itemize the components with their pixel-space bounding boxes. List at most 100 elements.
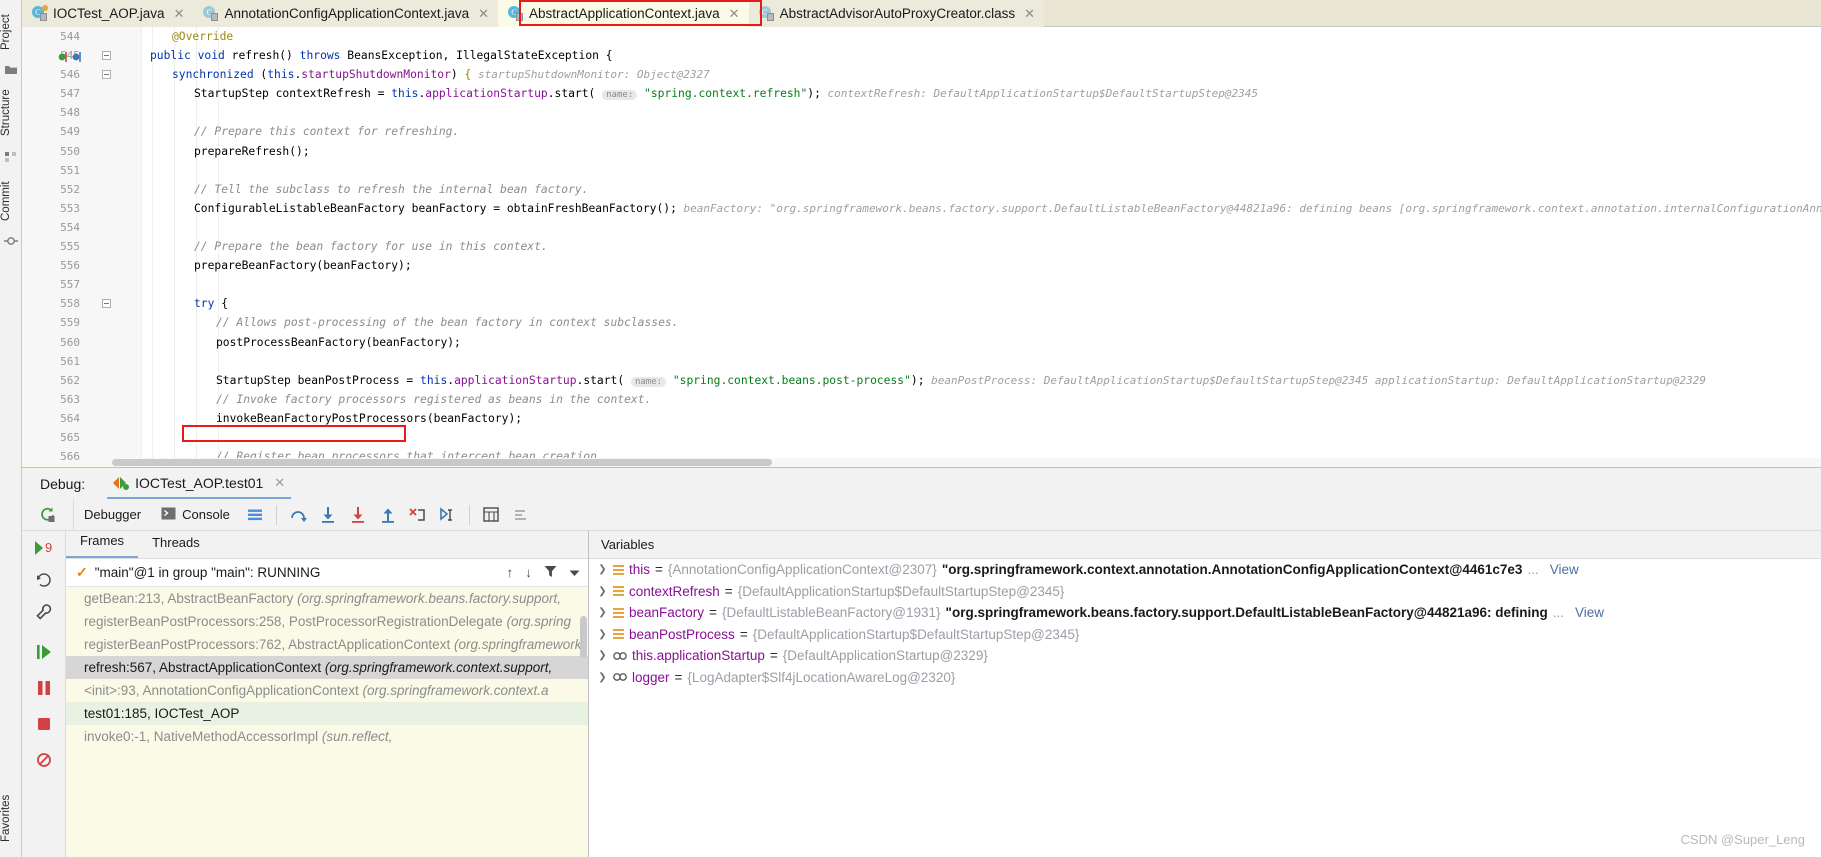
code-token: invokeBeanFactoryPostProcessors(beanFact… xyxy=(216,411,523,425)
move-up-icon[interactable]: ↑ xyxy=(507,565,514,580)
chevron-right-icon[interactable]: ❯ xyxy=(597,667,608,689)
code-fold-toggle[interactable] xyxy=(102,51,111,61)
frame-row[interactable]: getBean:213, AbstractBeanFactory (org.sp… xyxy=(66,587,588,610)
variable-row[interactable]: ❯ logger = {LogAdapter$Slf4jLocationAwareLo… xyxy=(589,667,1821,689)
restore-layout-button[interactable] xyxy=(31,567,57,593)
close-icon[interactable]: ✕ xyxy=(174,6,185,22)
code-token: void xyxy=(197,49,225,63)
sidebar-item-project[interactable]: Project xyxy=(0,6,22,58)
rerun-button[interactable] xyxy=(22,498,74,531)
code-line[interactable]: 562 StartupStep beanPostProcess = this.ap… xyxy=(22,371,1821,390)
close-icon[interactable]: ✕ xyxy=(729,6,740,22)
resume-program-button[interactable]: 9 xyxy=(31,535,57,561)
code-line[interactable]: 555 // Prepare the bean factory for use i… xyxy=(22,237,1821,256)
code-line[interactable]: 547 StartupStep contextRefresh = this.app… xyxy=(22,84,1821,103)
variable-row[interactable]: ❯ this.applicationStartup = {DefaultApplica… xyxy=(589,645,1821,667)
move-down-icon[interactable]: ↓ xyxy=(525,565,532,580)
step-into-button[interactable] xyxy=(313,499,343,531)
close-icon[interactable]: ✕ xyxy=(1024,6,1035,22)
code-line[interactable]: 561 xyxy=(22,352,1821,371)
code-line[interactable]: 552 // Tell the subclass to refresh the i… xyxy=(22,180,1821,199)
variables-list[interactable]: ❯ this = {AnnotationConfigApplicationContex… xyxy=(589,559,1821,688)
variable-row[interactable]: ❯ this = {AnnotationConfigApplicationContex… xyxy=(589,559,1821,581)
tab-debugger[interactable]: Debugger xyxy=(74,499,151,531)
view-value-link[interactable]: View xyxy=(1575,602,1604,624)
mute-breakpoints-button[interactable] xyxy=(506,499,536,531)
line-number: 544 xyxy=(60,30,80,43)
editor-tab-1[interactable]: C AnnotationConfigApplicationContext.jav… xyxy=(193,0,499,27)
code-fold-toggle[interactable] xyxy=(102,299,111,309)
editor-horizontal-scrollbar[interactable] xyxy=(112,458,1821,467)
code-line[interactable]: 545 public void refresh() throws BeansExc… xyxy=(22,46,1821,65)
code-lines[interactable]: 544 @Override 545 public void refresh() thr… xyxy=(22,27,1821,467)
step-out-button[interactable] xyxy=(373,499,403,531)
chevron-right-icon[interactable]: ❯ xyxy=(597,602,608,624)
inline-debug-hint: contextRefresh: DefaultApplicationStartu… xyxy=(820,87,1258,101)
pause-button[interactable] xyxy=(31,675,57,701)
code-line[interactable]: 548 xyxy=(22,103,1821,122)
code-line[interactable]: 559 // Allows post-processing of the bean… xyxy=(22,313,1821,332)
tab-console[interactable]: Console xyxy=(151,499,240,531)
chevron-right-icon[interactable]: ❯ xyxy=(597,581,608,603)
frame-row[interactable]: registerBeanPostProcessors:258, PostProc… xyxy=(66,610,588,633)
tab-frames[interactable]: Frames xyxy=(66,530,139,558)
frames-scrollbar-thumb[interactable] xyxy=(580,616,587,658)
view-value-link[interactable]: View xyxy=(1550,559,1579,581)
code-line[interactable]: 557 xyxy=(22,275,1821,294)
frame-row[interactable]: test01:185, IOCTest_AOP xyxy=(66,702,588,725)
chevron-right-icon[interactable]: ❯ xyxy=(597,624,608,646)
run-to-cursor-button[interactable] xyxy=(433,499,463,531)
code-line[interactable]: 564 invokeBeanFactoryPostProcessors(beanF… xyxy=(22,409,1821,428)
code-editor[interactable]: 544 @Override 545 public void refresh() thr… xyxy=(22,27,1821,467)
code-line[interactable]: 549 // Prepare this context for refreshin… xyxy=(22,122,1821,141)
layout-button[interactable] xyxy=(240,499,270,531)
code-line[interactable]: 556 prepareBeanFactory(beanFactory); xyxy=(22,256,1821,275)
filter-icon[interactable] xyxy=(544,565,557,581)
frames-list[interactable]: getBean:213, AbstractBeanFactory (org.sp… xyxy=(66,587,588,857)
sidebar-item-commit[interactable]: Commit xyxy=(0,172,22,230)
sidebar-item-favorites[interactable]: Favorites xyxy=(0,787,22,849)
thread-selector[interactable]: ✓ "main"@1 in group "main": RUNNING ↑ ↓ xyxy=(66,559,588,587)
settings-button[interactable] xyxy=(31,599,57,625)
frame-row[interactable]: invoke0:-1, NativeMethodAccessorImpl (su… xyxy=(66,725,588,748)
variable-type: {DefaultApplicationStartup@2329} xyxy=(782,648,988,663)
resume-button[interactable] xyxy=(31,639,57,665)
code-line[interactable]: 558 try { xyxy=(22,294,1821,313)
editor-tab-3[interactable]: C AbstractAdvisorAutoProxyCreator.class … xyxy=(748,0,1045,27)
drop-frame-button[interactable] xyxy=(403,499,433,531)
variable-row[interactable]: ❯ beanPostProcess = {DefaultApplicationStar… xyxy=(589,624,1821,646)
frame-row[interactable]: <init>:93, AnnotationConfigApplicationCo… xyxy=(66,679,588,702)
code-line[interactable]: 560 postProcessBeanFactory(beanFactory); xyxy=(22,333,1821,352)
dropdown-icon[interactable] xyxy=(569,565,580,580)
force-step-into-button[interactable] xyxy=(343,499,373,531)
code-line[interactable]: 551 xyxy=(22,161,1821,180)
code-line[interactable]: 553 ConfigurableListableBeanFactory beanF… xyxy=(22,199,1821,218)
chevron-right-icon[interactable]: ❯ xyxy=(597,559,608,581)
evaluate-expression-button[interactable] xyxy=(476,499,506,531)
step-over-icon xyxy=(290,510,307,522)
frame-row[interactable]: registerBeanPostProcessors:762, Abstract… xyxy=(66,633,588,656)
variable-row[interactable]: ❯ contextRefresh = {DefaultApplicationStart… xyxy=(589,581,1821,603)
close-icon[interactable]: ✕ xyxy=(274,475,285,491)
debug-run-tab[interactable]: IOCTest_AOP.test01 ✕ xyxy=(107,469,292,499)
code-line[interactable]: 563 // Invoke factory processors register… xyxy=(22,390,1821,409)
close-icon[interactable]: ✕ xyxy=(478,6,489,22)
code-line[interactable]: 550 prepareRefresh(); xyxy=(22,142,1821,161)
frame-row[interactable]: refresh:567, AbstractApplicationContext … xyxy=(66,656,588,679)
code-line[interactable]: 565 xyxy=(22,428,1821,447)
sidebar-item-structure[interactable]: Structure xyxy=(0,82,22,144)
step-over-button[interactable] xyxy=(283,499,313,531)
code-line[interactable]: 554 xyxy=(22,218,1821,237)
scrollbar-thumb[interactable] xyxy=(112,459,772,466)
code-text: // Prepare this context for refreshing. xyxy=(194,122,459,141)
code-line[interactable]: 544 @Override xyxy=(22,27,1821,46)
code-line[interactable]: 546 synchronized (this.startupShutdownMon… xyxy=(22,65,1821,84)
code-fold-toggle[interactable] xyxy=(102,70,111,80)
mute-button[interactable] xyxy=(31,747,57,773)
tab-threads[interactable]: Threads xyxy=(138,532,214,558)
stop-button[interactable] xyxy=(31,711,57,737)
editor-tab-0[interactable]: C IOCTest_AOP.java ✕ xyxy=(22,0,194,27)
chevron-right-icon[interactable]: ❯ xyxy=(597,645,608,667)
variable-row[interactable]: ❯ beanFactory = {DefaultListableBeanFactory… xyxy=(589,602,1821,624)
editor-tab-2[interactable]: C AbstractApplicationContext.java ✕ xyxy=(498,0,749,27)
